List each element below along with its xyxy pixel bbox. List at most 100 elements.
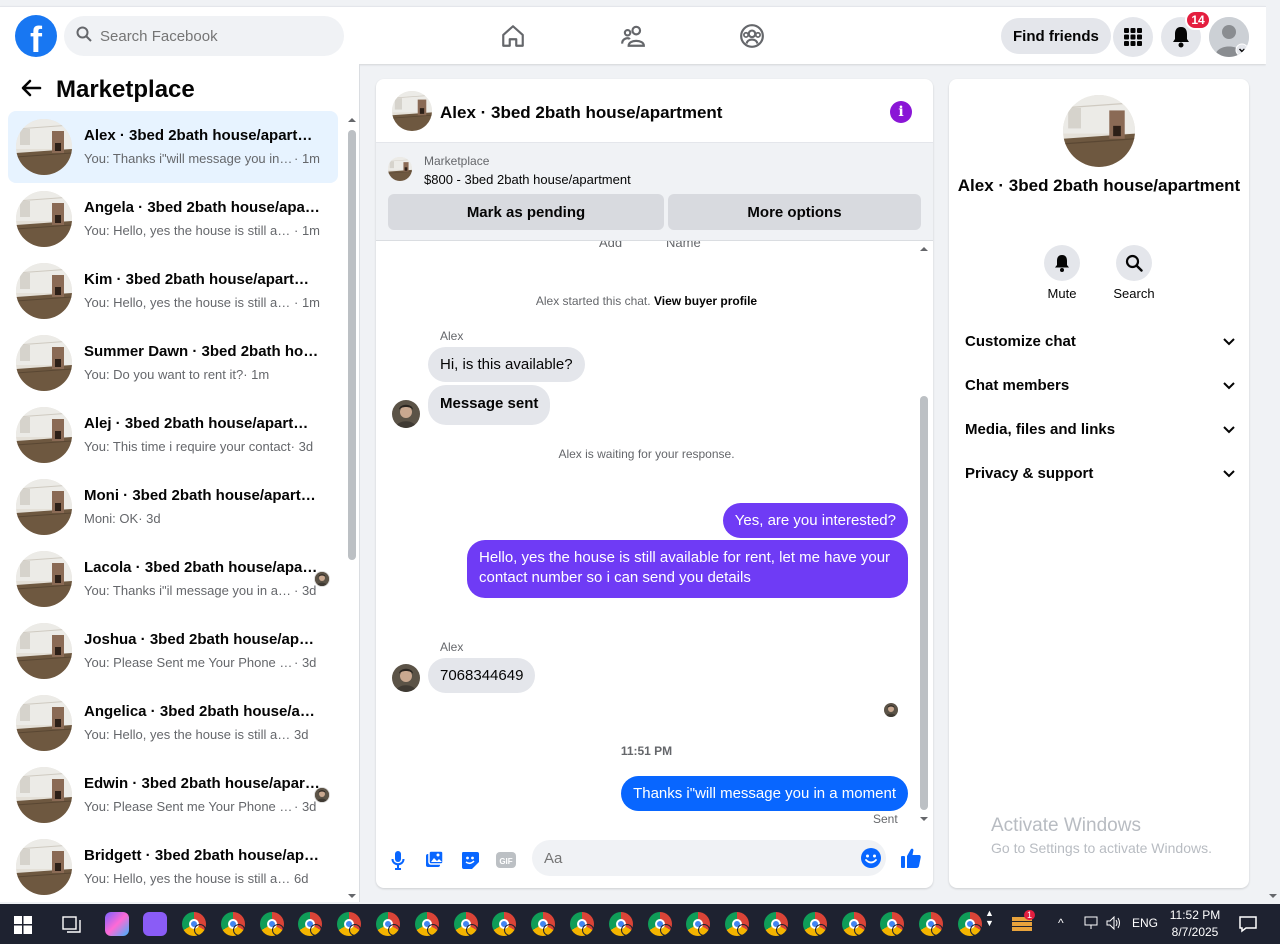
- chrome-profile-icon[interactable]: [802, 912, 827, 936]
- chrome-profile-icon[interactable]: [880, 912, 905, 936]
- task-view-icon[interactable]: [62, 916, 82, 939]
- chrome-profile-icon[interactable]: [414, 912, 439, 936]
- search-icon[interactable]: [1116, 245, 1152, 281]
- incoming-message[interactable]: Hi, is this available?: [428, 347, 585, 382]
- profile-avatar[interactable]: [1209, 17, 1249, 57]
- conversation-item[interactable]: Summer Dawn · 3bed 2bath house/apartment…: [8, 327, 338, 399]
- chrome-profile-icon[interactable]: [453, 912, 478, 936]
- conversation-item[interactable]: Moni · 3bed 2bath house/apartment Moni: O…: [8, 471, 338, 543]
- photo-icon[interactable]: [423, 849, 445, 871]
- volume-icon[interactable]: [1106, 915, 1122, 933]
- conversation-item[interactable]: Lacola · 3bed 2bath house/apartment You: …: [8, 543, 338, 615]
- emoji-icon[interactable]: [860, 847, 882, 869]
- conversation-item[interactable]: Angela · 3bed 2bath house/apartment You: …: [8, 183, 338, 255]
- outgoing-message[interactable]: Hello, yes the house is still available …: [467, 540, 908, 598]
- menu-grid-icon[interactable]: [1113, 17, 1153, 57]
- details-avatar[interactable]: [1063, 95, 1135, 167]
- groups-icon[interactable]: [736, 20, 768, 52]
- friends-icon[interactable]: [617, 20, 649, 52]
- chrome-profile-icon[interactable]: [570, 912, 594, 936]
- outgoing-message[interactable]: Thanks i"will message you in a moment: [621, 776, 908, 811]
- conversation-item[interactable]: Bridgett · 3bed 2bath house/apartment You…: [8, 831, 338, 903]
- message-thread: Add Name Alex started this chat. View bu…: [376, 241, 933, 829]
- message-input[interactable]: [532, 840, 886, 876]
- conversation-item[interactable]: Angelica · 3bed 2bath house/apartment You…: [8, 687, 338, 759]
- gif-icon[interactable]: GIF: [495, 849, 517, 871]
- chat-scrollbar[interactable]: [917, 241, 931, 829]
- conversation-title: Alex · 3bed 2bath house/apartment: [84, 127, 320, 144]
- conversation-title: Edwin · 3bed 2bath house/apartment: [84, 775, 320, 792]
- sender-avatar[interactable]: [392, 664, 420, 692]
- windows-start-icon[interactable]: [14, 916, 32, 939]
- app-icon[interactable]: [143, 912, 167, 936]
- listing-price-title[interactable]: $800 - 3bed 2bath house/apartment: [424, 172, 631, 187]
- chrome-profile-icon[interactable]: [259, 912, 284, 936]
- conversation-item[interactable]: Alex · 3bed 2bath house/apartment You: Th…: [8, 111, 338, 183]
- chrome-profile-icon[interactable]: [376, 912, 400, 936]
- back-arrow-icon[interactable]: [20, 77, 42, 104]
- conversation-item[interactable]: Alej · 3bed 2bath house/apartment You: Th…: [8, 399, 338, 471]
- chevron-down-icon: [1223, 377, 1235, 394]
- conversation-item[interactable]: Edwin · 3bed 2bath house/apartment You: P…: [8, 759, 338, 831]
- chrome-profile-icon[interactable]: [725, 912, 750, 936]
- marketplace-inbox-sidebar: Marketplace Alex · 3bed 2bath house/apar…: [0, 64, 360, 902]
- tray-app-icon[interactable]: 1: [1010, 910, 1036, 936]
- chat-avatar[interactable]: [392, 91, 432, 131]
- outgoing-message[interactable]: Yes, are you interested?: [722, 503, 908, 538]
- search-action[interactable]: Search: [1104, 245, 1164, 301]
- search-input[interactable]: [100, 27, 320, 45]
- info-icon[interactable]: i: [890, 101, 912, 123]
- sticker-icon[interactable]: [459, 849, 481, 871]
- chrome-profile-icon[interactable]: [492, 912, 517, 936]
- sidebar-title: Marketplace: [56, 76, 195, 103]
- chrome-profile-icon[interactable]: [531, 912, 556, 936]
- notification-center-icon[interactable]: [1238, 914, 1258, 939]
- chat-header: Alex · 3bed 2bath house/apartment i: [376, 79, 933, 143]
- chevron-up-icon[interactable]: ^: [1058, 916, 1064, 930]
- sender-avatar[interactable]: [392, 400, 420, 428]
- mark-as-pending-button[interactable]: Mark as pending: [388, 194, 664, 230]
- thumbs-up-icon[interactable]: [899, 846, 923, 870]
- listing-thumbnail[interactable]: [388, 157, 412, 181]
- conversation-item[interactable]: Joshua · 3bed 2bath house/apartment You: …: [8, 615, 338, 687]
- conversation-preview: You: Thanks i"will message you in a mome…: [84, 151, 320, 166]
- chrome-profile-icon[interactable]: [764, 912, 788, 936]
- view-buyer-profile-link[interactable]: View buyer profile: [654, 294, 757, 308]
- language-indicator[interactable]: ENG: [1132, 916, 1158, 930]
- microphone-icon[interactable]: [387, 849, 409, 871]
- mute-action[interactable]: Mute: [1032, 245, 1092, 301]
- home-icon[interactable]: [497, 20, 529, 52]
- more-options-button[interactable]: More options: [668, 194, 921, 230]
- copilot-icon[interactable]: [105, 912, 129, 936]
- conversation-title: Moni · 3bed 2bath house/apartment: [84, 487, 320, 504]
- chrome-profile-icon[interactable]: [919, 912, 944, 936]
- chrome-profile-icon[interactable]: [686, 912, 711, 936]
- conversation-preview: You: Hello, yes the house is still avail…: [84, 223, 320, 238]
- incoming-message[interactable]: Message sent: [428, 385, 551, 425]
- bell-icon[interactable]: [1044, 245, 1080, 281]
- chrome-profile-icon[interactable]: [647, 912, 672, 936]
- clock[interactable]: 11:52 PM 8/7/2025: [1168, 907, 1222, 941]
- chat-members-section[interactable]: Chat members: [965, 363, 1235, 407]
- chrome-profile-icon[interactable]: [958, 912, 982, 936]
- chrome-profile-icon[interactable]: [337, 912, 362, 936]
- sidebar-scrollbar[interactable]: [346, 116, 358, 900]
- incoming-message[interactable]: 7068344649: [428, 658, 536, 693]
- chrome-profile-icon[interactable]: [608, 912, 633, 936]
- facebook-logo[interactable]: f: [15, 15, 57, 57]
- customize-chat-section[interactable]: Customize chat: [965, 319, 1235, 363]
- chrome-profile-icon[interactable]: [298, 912, 323, 936]
- privacy-support-section[interactable]: Privacy & support: [965, 451, 1235, 495]
- find-friends-button[interactable]: Find friends: [1001, 18, 1111, 54]
- page-scrollbar[interactable]: [1266, 6, 1280, 902]
- network-icon[interactable]: [1083, 916, 1099, 933]
- chrome-profile-icon[interactable]: [841, 912, 866, 936]
- chrome-profile-icon[interactable]: [182, 912, 206, 936]
- conversation-item[interactable]: Kim · 3bed 2bath house/apartment You: Hel…: [8, 255, 338, 327]
- chrome-profile-icon[interactable]: [220, 912, 245, 936]
- search-bar[interactable]: [64, 16, 344, 56]
- chat-title[interactable]: Alex · 3bed 2bath house/apartment: [440, 103, 722, 123]
- profile-add-label: Add: [599, 241, 623, 250]
- media-files-links-section[interactable]: Media, files and links: [965, 407, 1235, 451]
- taskbar-scroll-icon[interactable]: ▲ ▼: [985, 908, 994, 928]
